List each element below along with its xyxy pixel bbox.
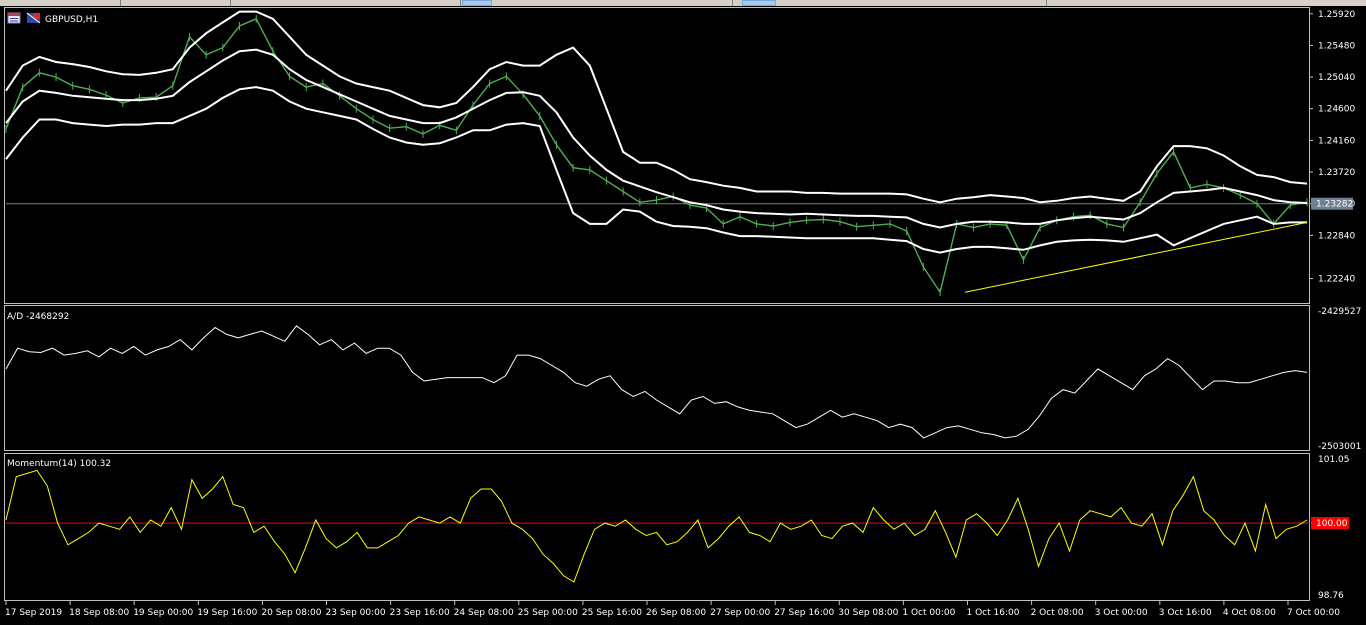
current-price-label: 1.23282 bbox=[1316, 200, 1353, 210]
time-axis-label: 30 Sep 08:00 bbox=[838, 608, 898, 618]
price-axis-label: 1.25480 bbox=[1318, 41, 1355, 51]
time-axis-label: 25 Sep 16:00 bbox=[582, 608, 642, 618]
time-axis-label: 25 Sep 00:00 bbox=[518, 608, 578, 618]
time-axis-label: 24 Sep 08:00 bbox=[454, 608, 514, 618]
support-trendline bbox=[964, 221, 1308, 293]
price-axis-label: 1.25040 bbox=[1318, 73, 1355, 83]
time-axis-label: 3 Oct 16:00 bbox=[1159, 608, 1212, 618]
price-panel-frame bbox=[4, 7, 1310, 304]
time-axis-label: 7 Oct 00:00 bbox=[1287, 608, 1340, 618]
bollinger-upper-band bbox=[5, 10, 1308, 204]
price-axis-label: 1.22240 bbox=[1318, 275, 1355, 285]
time-axis-label: 19 Sep 00:00 bbox=[133, 608, 193, 618]
time-axis-label: 27 Sep 16:00 bbox=[774, 608, 834, 618]
time-axis-label: 26 Sep 08:00 bbox=[646, 608, 706, 618]
ad-axis-max-label: -2429527 bbox=[1318, 307, 1361, 317]
symbol-flag-icon[interactable] bbox=[26, 12, 41, 24]
price-axis-label: 1.22840 bbox=[1318, 231, 1355, 241]
symbol-title: GBPUSD,H1 bbox=[45, 15, 98, 25]
time-axis-label: 19 Sep 16:00 bbox=[197, 608, 257, 618]
momentum-axis-min-label: 98.76 bbox=[1318, 591, 1344, 601]
ad-indicator-chart bbox=[5, 325, 1308, 439]
time-axis-label: 23 Sep 16:00 bbox=[390, 608, 450, 618]
time-axis-label: 17 Sep 2019 bbox=[5, 608, 62, 618]
momentum-title: Momentum(14) 100.32 bbox=[7, 459, 111, 469]
time-axis-label: 3 Oct 00:00 bbox=[1095, 608, 1148, 618]
price-chart bbox=[5, 10, 1310, 297]
time-axis: 17 Sep 2019 18 Sep 08:00 19 Sep 00:00 19 Se… bbox=[5, 601, 1340, 618]
chart-canvas[interactable]: GBPUSD,H1 A/D -2468292 Momentum(14) 100.… bbox=[0, 0, 1366, 625]
time-axis-label: 20 Sep 08:00 bbox=[261, 608, 321, 618]
momentum-indicator-chart bbox=[5, 469, 1310, 583]
ad-title: A/D -2468292 bbox=[7, 312, 69, 322]
time-axis-label: 1 Oct 16:00 bbox=[967, 608, 1020, 618]
y-axes: 1.25920 1.25480 1.25040 1.24600 1.24160 1.237… bbox=[1310, 10, 1361, 601]
momentum-reference-label: 100.00 bbox=[1316, 519, 1348, 529]
bollinger-lower-band bbox=[5, 86, 1307, 254]
price-axis-label: 1.23720 bbox=[1318, 168, 1355, 178]
time-axis-label: 18 Sep 08:00 bbox=[69, 608, 129, 618]
ad-axis-min-label: -2503001 bbox=[1318, 442, 1361, 452]
time-axis-label: 23 Sep 00:00 bbox=[326, 608, 386, 618]
price-axis-label: 1.24600 bbox=[1318, 105, 1355, 115]
momentum-axis-max-label: 101.05 bbox=[1318, 455, 1350, 465]
current-price-tag: 1.23282 bbox=[1311, 197, 1353, 210]
price-axis-label: 1.24160 bbox=[1318, 136, 1355, 146]
price-series bbox=[5, 17, 1308, 294]
time-axis-label: 2 Oct 08:00 bbox=[1031, 608, 1084, 618]
time-axis-label: 4 Oct 08:00 bbox=[1223, 608, 1276, 618]
momentum-reference-tag: 100.00 bbox=[1311, 517, 1349, 530]
chart-menu-icon[interactable] bbox=[7, 12, 21, 24]
ad-line bbox=[5, 325, 1308, 439]
time-axis-label: 1 Oct 00:00 bbox=[902, 608, 955, 618]
time-axis-label: 27 Sep 00:00 bbox=[710, 608, 770, 618]
price-axis-label: 1.25920 bbox=[1318, 10, 1355, 20]
momentum-panel-frame bbox=[4, 453, 1310, 601]
momentum-line bbox=[5, 469, 1308, 583]
